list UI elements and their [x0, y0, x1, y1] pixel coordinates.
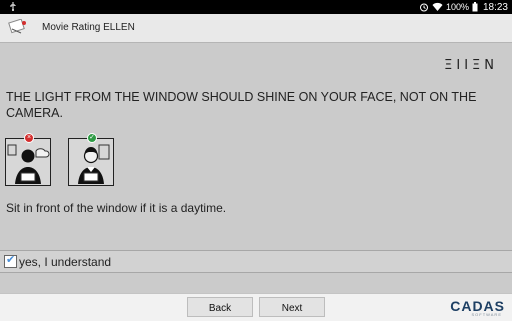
lit-person-icon: [78, 144, 110, 184]
next-button[interactable]: Next: [259, 297, 325, 317]
usb-icon: [8, 1, 18, 13]
backlit-person-icon: [7, 144, 50, 184]
confirm-checkbox[interactable]: ✔: [4, 254, 17, 268]
clock: 18:23: [482, 1, 508, 13]
bottom-navigation-bar: Back Next CADAS SOFTWARE: [0, 293, 512, 321]
back-button[interactable]: Back: [187, 297, 253, 317]
brand-logo: ΞIIΞN: [444, 58, 498, 73]
advice-text: Sit in front of the window if it is a da…: [6, 201, 227, 215]
app-title: Movie Rating ELLEN: [42, 22, 135, 33]
battery-percent: 100%: [445, 2, 469, 12]
wrong-mark-icon: ×: [24, 133, 34, 143]
confirm-row[interactable]: ✔ yes, I understand: [0, 250, 512, 273]
battery-icon: [472, 2, 478, 12]
wifi-icon: [432, 2, 443, 12]
app-title-bar: Movie Rating ELLEN: [0, 14, 512, 43]
status-icons: 100% 18:23: [419, 0, 508, 14]
correct-lighting-illustration: ✓: [68, 133, 114, 186]
status-bar: 100% 18:23: [0, 0, 512, 14]
app-icon: [8, 18, 28, 42]
cadas-logo-subtitle: SOFTWARE: [471, 312, 502, 317]
alarm-icon: [419, 2, 429, 12]
checkmark-icon: ✔: [6, 254, 16, 266]
correct-mark-icon: ✓: [87, 133, 97, 143]
wrong-lighting-illustration: ×: [5, 133, 51, 186]
confirm-label[interactable]: yes, I understand: [19, 255, 111, 269]
instruction-text: THE LIGHT FROM THE WINDOW SHOULD SHINE O…: [6, 90, 477, 120]
